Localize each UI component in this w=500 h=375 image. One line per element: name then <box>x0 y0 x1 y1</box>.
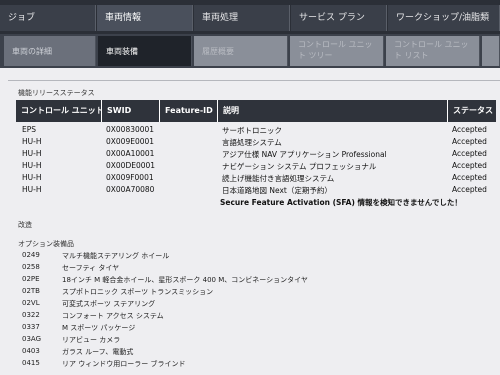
subtab-vehicle-details[interactable]: 車両の詳細 <box>4 36 96 66</box>
option-desc: コンフォート アクセス システム <box>62 312 164 320</box>
feature-release-title: 機能リリースステータス <box>18 89 95 97</box>
table-row[interactable]: HU-H 0X00A70080 日本道路地図 Next（定期予約） Accept… <box>16 185 496 197</box>
option-desc: リアビュー カメラ <box>62 336 121 344</box>
option-code: 03AG <box>22 335 41 343</box>
subtab-overflow[interactable] <box>482 36 500 66</box>
tab-service-plan[interactable]: サービス プラン <box>291 5 387 31</box>
option-code: 0249 <box>22 251 40 259</box>
cell-description: ナビゲーション システム プロフェッショナル <box>222 162 377 171</box>
tab-vehicle-info[interactable]: 車両情報 <box>97 5 193 31</box>
option-code: 02PE <box>22 275 40 283</box>
header-control-unit[interactable]: コントロール ユニット <box>16 100 102 122</box>
option-desc: M スポーツ パッケージ <box>62 324 136 332</box>
cell-status: Accepted <box>452 137 487 146</box>
table-row[interactable]: HU-H 0X009E0001 言語処理システム Accepted <box>16 137 496 149</box>
cell-swid: 0X00A10001 <box>106 149 155 158</box>
option-code: 0415 <box>22 359 40 367</box>
header-feature-id[interactable]: Feature-ID <box>160 100 218 122</box>
cell-swid: 0X00DE0001 <box>106 161 156 170</box>
cell-swid: 0X009E0001 <box>106 137 155 146</box>
option-code: 0403 <box>22 347 40 355</box>
option-desc: マルチ機能ステアリング ホイール <box>62 252 170 260</box>
table-row[interactable]: HU-H 0X00DE0001 ナビゲーション システム プロフェッショナル A… <box>16 161 496 173</box>
options-title: オプション装備品 <box>18 240 74 248</box>
cell-status: Accepted <box>452 149 487 158</box>
cell-swid: 0X00830001 <box>106 125 155 134</box>
sfa-warning: Secure Feature Activation (SFA) 情報を検知できま… <box>220 198 462 207</box>
tab-vehicle-processing[interactable]: 車両処理 <box>194 5 290 31</box>
subtab-vehicle-equipment[interactable]: 車両装備 <box>98 36 192 66</box>
cell-status: Accepted <box>452 173 487 182</box>
cell-unit: HU-H <box>22 161 42 170</box>
cell-status: Accepted <box>452 125 487 134</box>
subtab-history-overview[interactable]: 履歴概要 <box>194 36 288 66</box>
cell-unit: HU-H <box>22 185 42 194</box>
feature-table-header: コントロール ユニット SWID Feature-ID 説明 ステータス <box>16 100 496 122</box>
cell-status: Accepted <box>452 185 487 194</box>
option-code: 02VL <box>22 299 40 307</box>
table-row[interactable]: HU-H 0X00A10001 アジア仕様 NAV アプリケーション Profe… <box>16 149 496 161</box>
option-desc: セーフティ タイヤ <box>62 264 120 272</box>
cell-description: 日本道路地図 Next（定期予約） <box>222 186 332 195</box>
header-status[interactable]: ステータス <box>448 100 496 122</box>
cell-swid: 0X00A70080 <box>106 185 155 194</box>
modification-title: 改造 <box>18 221 32 229</box>
header-description[interactable]: 説明 <box>218 100 448 122</box>
cell-description: サーボトロニック <box>222 126 282 135</box>
cell-unit: EPS <box>22 125 37 134</box>
cell-unit: HU-H <box>22 149 42 158</box>
option-desc: ガラス ルーフ、電動式 <box>62 348 134 356</box>
option-code: 0258 <box>22 263 40 271</box>
top-navigation: ジョブ 車両情報 車両処理 サービス プラン ワークショップ/油脂類 <box>0 0 500 34</box>
cell-description: 言語処理システム <box>222 138 282 147</box>
option-code: 0337 <box>22 323 40 331</box>
cell-description: 読上げ機能付き言語処理システム <box>222 174 335 183</box>
option-code: 02TB <box>22 287 40 295</box>
sub-navigation: 車両の詳細 車両装備 履歴概要 コントロール ユニット ツリー コントロール ユ… <box>0 34 500 68</box>
option-desc: 可変式スポーツ ステアリング <box>62 300 156 308</box>
table-row[interactable]: HU-H 0X009F0001 読上げ機能付き言語処理システム Accepted <box>16 173 496 185</box>
option-code: 0322 <box>22 311 40 319</box>
table-row[interactable]: EPS 0X00830001 サーボトロニック Accepted <box>16 125 496 137</box>
header-swid[interactable]: SWID <box>102 100 160 122</box>
option-desc: 18インチ M 軽合金ホイール、星形スポーク 400 M、コンビネーションタイヤ <box>62 276 308 284</box>
subtab-control-unit-list[interactable]: コントロール ユニット リスト <box>386 36 480 66</box>
subtab-control-unit-tree[interactable]: コントロール ユニット ツリー <box>290 36 384 66</box>
cell-swid: 0X009F0001 <box>106 173 154 182</box>
option-desc: スプポトロニック スポーツ トランスミッション <box>62 288 214 296</box>
cell-description: アジア仕様 NAV アプリケーション Professional <box>222 150 387 159</box>
option-desc: リア ウィンドウ用ローラー ブラインド <box>62 360 186 368</box>
cell-unit: HU-H <box>22 173 42 182</box>
content-area: 機能リリースステータス コントロール ユニット SWID Feature-ID … <box>0 68 500 375</box>
cell-unit: HU-H <box>22 137 42 146</box>
cell-status: Accepted <box>452 161 487 170</box>
tab-job[interactable]: ジョブ <box>0 5 96 31</box>
divider <box>8 80 500 81</box>
tab-workshop-fluids[interactable]: ワークショップ/油脂類 <box>388 5 500 31</box>
